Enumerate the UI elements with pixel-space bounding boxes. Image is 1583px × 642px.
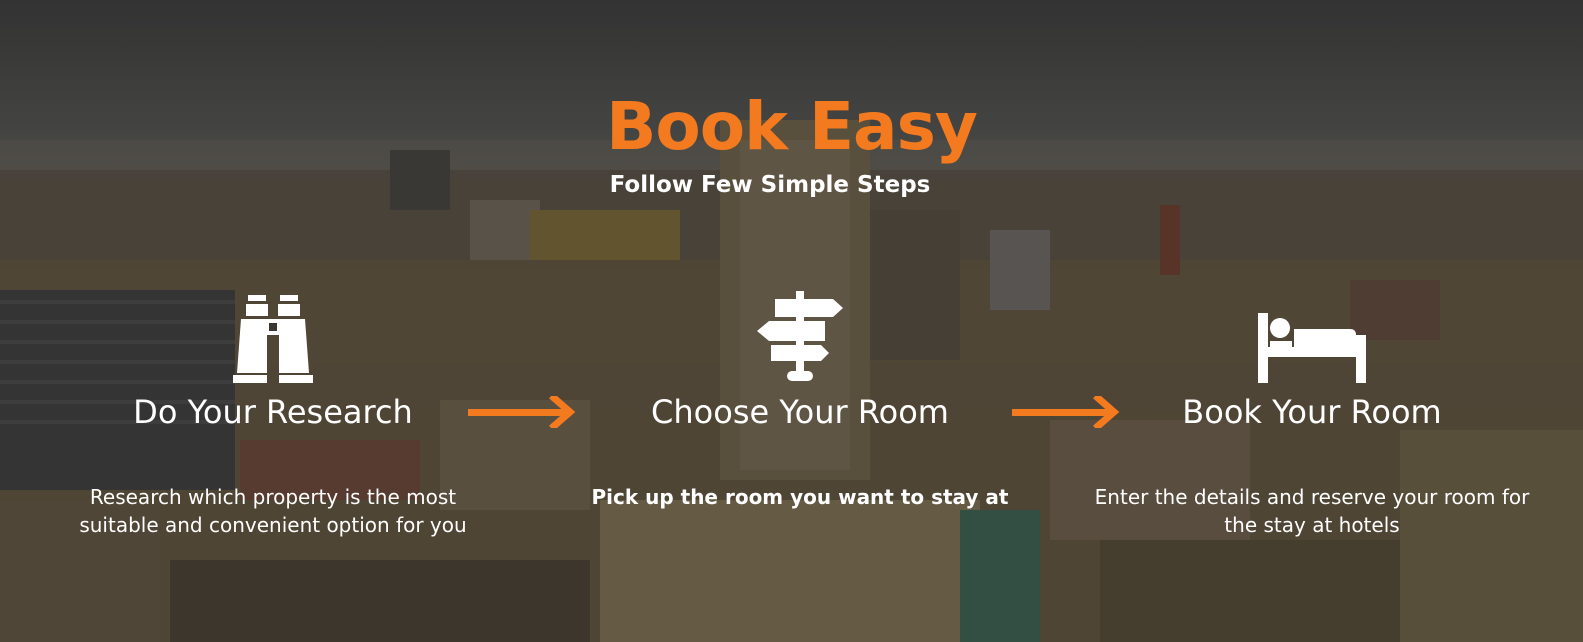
page-subtitle: Follow Few Simple Steps	[609, 172, 931, 198]
hero-section: Book Easy Follow Few Simple Steps Do You…	[0, 0, 1583, 642]
step-book: Book Your Room Enter the details and res…	[1092, 285, 1532, 539]
step-description: Enter the details and reserve your room …	[1094, 485, 1530, 537]
binoculars-icon	[233, 295, 313, 383]
step-title: Do Your Research	[133, 393, 413, 431]
step-title: Book Your Room	[1182, 393, 1442, 431]
step-choose: Choose Your Room Pick up the room you wa…	[580, 285, 1020, 511]
step-research: Do Your Research Research which property…	[53, 285, 493, 539]
signpost-icon	[757, 291, 843, 381]
step-description: Research which property is the most suit…	[79, 485, 467, 537]
arrow-right-icon	[468, 396, 576, 428]
bed-icon	[1258, 313, 1366, 383]
step-title: Choose Your Room	[651, 393, 949, 431]
step-description: Pick up the room you want to stay at	[591, 485, 1009, 509]
page-title: Book Easy	[606, 88, 978, 165]
